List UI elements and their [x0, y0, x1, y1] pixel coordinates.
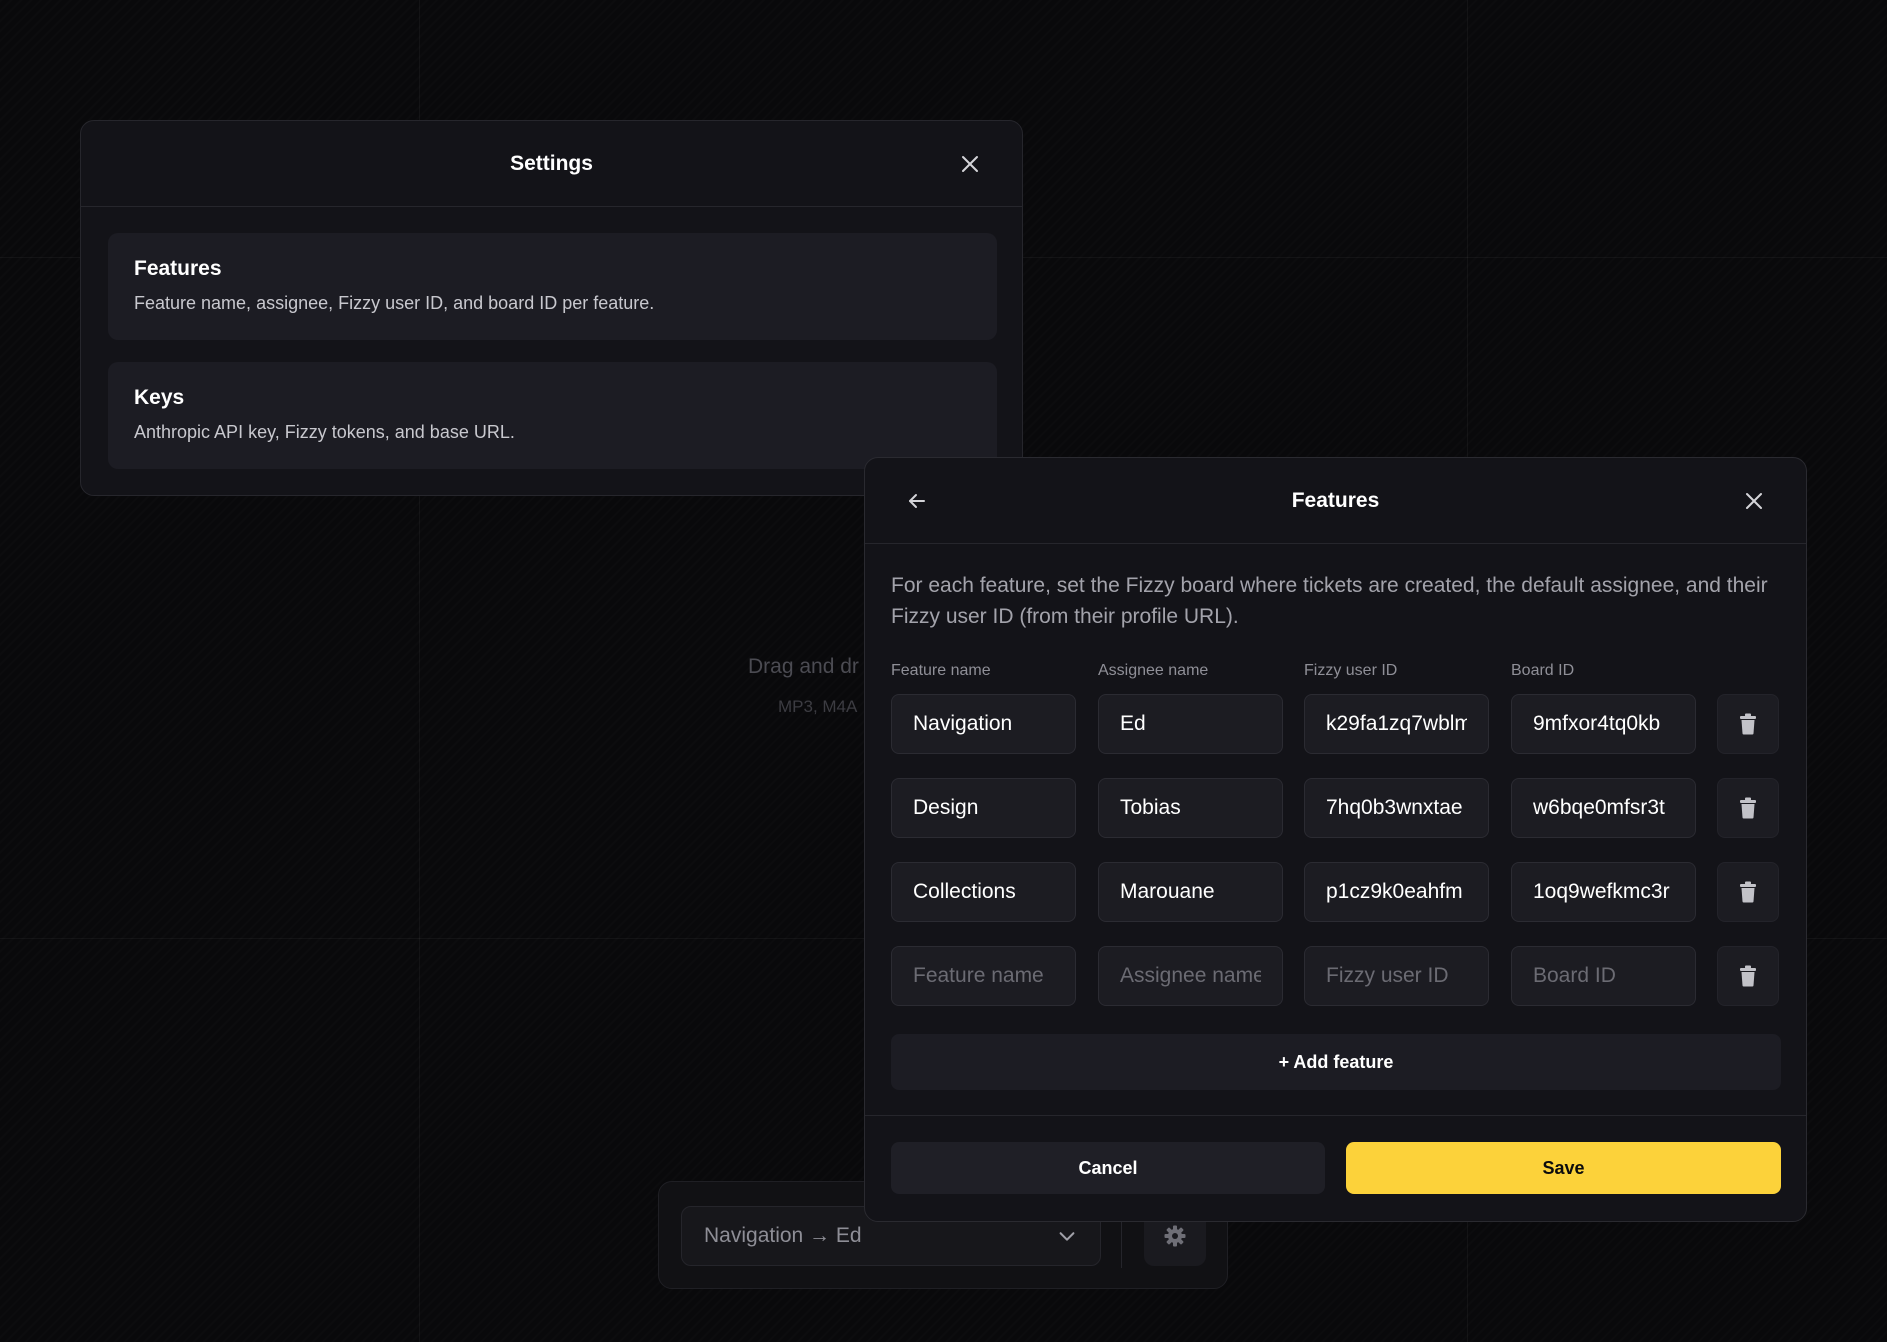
fizzy-user-id-input[interactable] — [1304, 946, 1489, 1006]
close-icon — [1746, 492, 1762, 509]
trash-icon — [1740, 797, 1756, 819]
drop-zone-title: Drag and dr — [748, 655, 859, 678]
footer-divider — [865, 1115, 1806, 1116]
settings-title: Settings — [510, 151, 593, 175]
settings-card-features[interactable]: Features Feature name, assignee, Fizzy u… — [108, 233, 997, 340]
features-close-button[interactable] — [1736, 483, 1772, 519]
delete-row-button[interactable] — [1717, 946, 1779, 1006]
features-modal: Features For each feature, set the Fizzy… — [864, 457, 1807, 1222]
close-icon — [962, 155, 978, 172]
chevron-down-icon — [1059, 1232, 1075, 1241]
assignee-name-input[interactable] — [1098, 862, 1283, 922]
column-header-assignee: Assignee name — [1098, 662, 1209, 679]
assignee-name-input[interactable] — [1098, 946, 1283, 1006]
trash-icon — [1740, 881, 1756, 903]
add-feature-button[interactable]: + Add feature — [891, 1034, 1781, 1090]
column-header-user-id: Fizzy user ID — [1304, 662, 1398, 679]
assignee-name-input[interactable] — [1098, 694, 1283, 754]
feature-name-input[interactable] — [891, 694, 1076, 754]
feature-name-input[interactable] — [891, 778, 1076, 838]
feature-name-input[interactable] — [891, 862, 1076, 922]
column-header-board-id: Board ID — [1511, 662, 1575, 679]
settings-close-button[interactable] — [952, 146, 988, 182]
delete-row-button[interactable] — [1717, 862, 1779, 922]
card-title: Keys — [134, 386, 185, 409]
settings-header: Settings — [81, 121, 1022, 207]
column-header-feature: Feature name — [891, 662, 991, 679]
delete-row-button[interactable] — [1717, 694, 1779, 754]
features-description: For each feature, set the Fizzy board wh… — [891, 574, 1768, 628]
card-description: Anthropic API key, Fizzy tokens, and bas… — [134, 422, 515, 442]
drop-zone-subtitle: MP3, M4A — [778, 697, 858, 716]
settings-card-keys[interactable]: Keys Anthropic API key, Fizzy tokens, an… — [108, 362, 997, 469]
trash-icon — [1740, 965, 1756, 987]
features-title: Features — [1291, 488, 1380, 512]
features-header: Features — [865, 458, 1806, 544]
feature-name-input[interactable] — [891, 946, 1076, 1006]
board-id-input[interactable] — [1511, 862, 1696, 922]
board-id-input[interactable] — [1511, 694, 1696, 754]
delete-row-button[interactable] — [1717, 778, 1779, 838]
gear-icon — [1164, 1225, 1186, 1247]
arrow-left-icon — [909, 493, 925, 508]
assignee-name-input[interactable] — [1098, 778, 1283, 838]
card-description: Feature name, assignee, Fizzy user ID, a… — [134, 293, 655, 313]
settings-modal: Settings Features Feature name, assignee… — [80, 120, 1023, 496]
board-id-input[interactable] — [1511, 946, 1696, 1006]
fizzy-user-id-input[interactable] — [1304, 778, 1489, 838]
back-button[interactable] — [899, 483, 935, 519]
board-id-input[interactable] — [1511, 778, 1696, 838]
feature-select-value: Navigation → Ed — [704, 1224, 862, 1247]
card-title: Features — [134, 257, 222, 280]
fizzy-user-id-input[interactable] — [1304, 694, 1489, 754]
cancel-button[interactable]: Cancel — [891, 1142, 1325, 1194]
save-button[interactable]: Save — [1346, 1142, 1781, 1194]
fizzy-user-id-input[interactable] — [1304, 862, 1489, 922]
trash-icon — [1740, 713, 1756, 735]
